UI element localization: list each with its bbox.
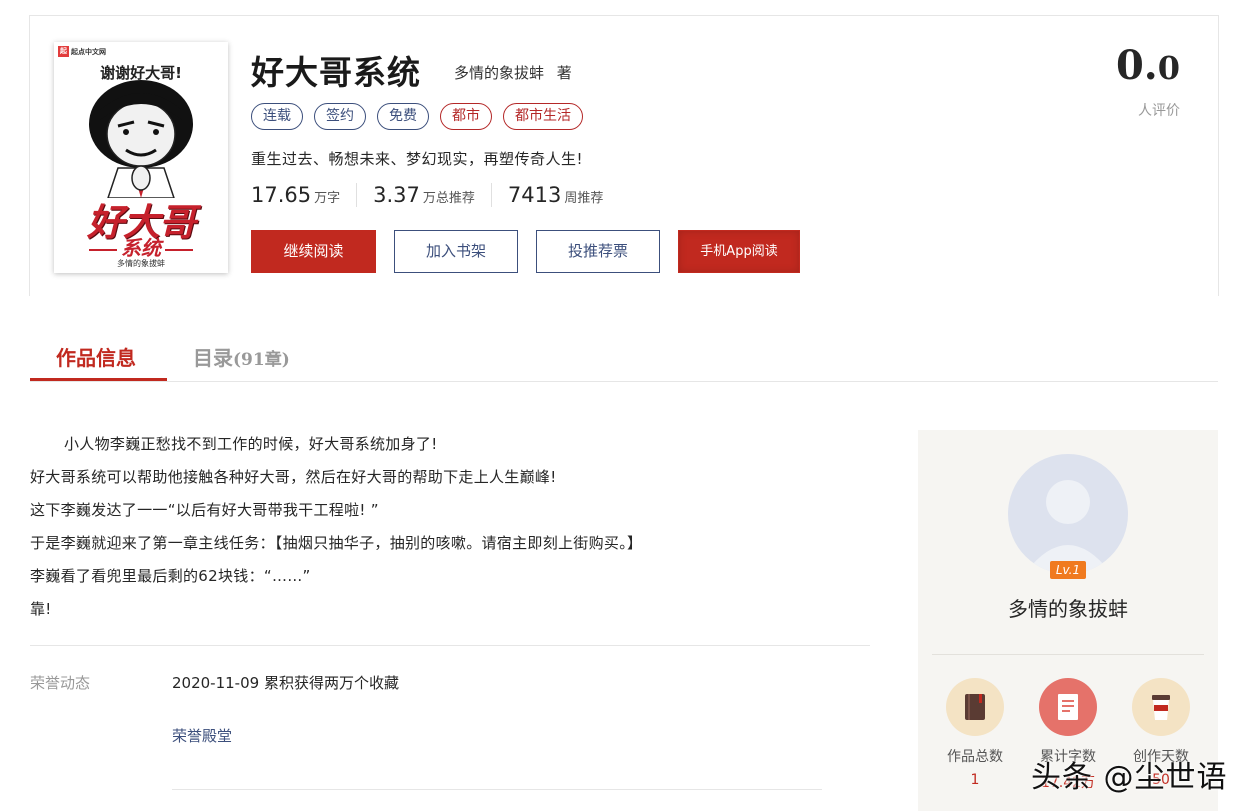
divider: [172, 789, 822, 790]
author-suffix: 著: [556, 64, 572, 82]
rating-count-label: 人评价: [1138, 103, 1180, 119]
continue-reading-button[interactable]: 继续阅读: [251, 230, 376, 273]
book-title: 好大哥系统: [251, 53, 421, 92]
cover-subtitle: 系统: [54, 232, 228, 261]
book-cover[interactable]: 起 起点中文网 谢谢好大哥! 好大哥 系统 多情的象拔蚌: [54, 42, 228, 273]
rating-score: 0.0: [1115, 42, 1180, 89]
cover-illustration: [89, 80, 193, 198]
add-to-shelf-button[interactable]: 加入书架: [394, 230, 518, 273]
stat-total-recommend: 3.37 万总推荐: [373, 183, 492, 207]
cover-author: 多情的象拔蚌: [117, 259, 165, 268]
book-header: 起 起点中文网 谢谢好大哥! 好大哥 系统 多情的象拔蚌 好大哥系统 多情的象拔…: [29, 15, 1219, 296]
description-line: 李巍看了看兜里最后剩的62块钱：“……”: [30, 567, 311, 585]
description-line: 这下李巍发达了一一“以后有好大哥带我干工程啦! ”: [30, 501, 379, 519]
content-tabs: 作品信息 目录(91章): [30, 330, 1218, 382]
description-line: 好大哥系统可以帮助他接触各种好大哥，然后在好大哥的帮助下走上人生巅峰!: [30, 468, 557, 486]
tab-table-of-contents[interactable]: 目录(91章): [193, 342, 290, 371]
honor-item: 2020-11-09 累积获得两万个收藏: [172, 674, 399, 692]
coffee-cup-icon: [1132, 678, 1190, 736]
divider: [932, 654, 1204, 655]
tab-book-info[interactable]: 作品信息: [56, 342, 136, 371]
stat-weekly-recommend: 7413 周推荐: [507, 183, 604, 207]
tag-free: 免费: [377, 103, 429, 130]
watermark: 头条 @尘世语: [1031, 760, 1228, 795]
app-read-button[interactable]: 手机App阅读: [678, 230, 800, 273]
book-intro: 重生过去、畅想未来、梦幻现实，再塑传奇人生!: [251, 150, 584, 168]
stat-word-count: 17.65 万字: [251, 183, 358, 207]
book-description: 小人物李巍正愁找不到工作的时候，好大哥系统加身了! 好大哥系统可以帮助他接触各种…: [30, 428, 870, 626]
book-icon: [946, 678, 1004, 736]
chapter-count: (91章): [233, 350, 290, 370]
description-line: 小人物李巍正愁找不到工作的时候，好大哥系统加身了!: [64, 435, 438, 453]
author-level-badge: Lv.1: [1050, 561, 1086, 579]
tag-category-urban[interactable]: 都市: [440, 103, 492, 130]
honor-hall-link[interactable]: 荣誉殿堂: [172, 725, 232, 746]
tag-subcategory-urban-life[interactable]: 都市生活: [503, 103, 583, 130]
default-avatar-icon: [1026, 480, 1110, 572]
description-line: 靠!: [30, 600, 52, 618]
action-buttons: 继续阅读 加入书架 投推荐票 手机App阅读: [251, 230, 800, 273]
divider: [30, 645, 870, 646]
author-avatar[interactable]: [1008, 454, 1128, 574]
tag-serializing: 连载: [251, 103, 303, 130]
document-icon: [1039, 678, 1097, 736]
author-line: 多情的象拔蚌 著: [454, 62, 572, 83]
active-tab-indicator: [30, 378, 167, 381]
vote-recommend-button[interactable]: 投推荐票: [536, 230, 660, 273]
book-stats: 17.65 万字 3.37 万总推荐 7413 周推荐: [251, 183, 635, 207]
tag-list: 连载 签约 免费 都市 都市生活: [251, 103, 583, 130]
author-name[interactable]: 多情的象拔蚌: [918, 593, 1218, 622]
author-stat-works: 作品总数 1: [932, 678, 1018, 792]
tag-signed: 签约: [314, 103, 366, 130]
description-line: 于是李巍就迎来了第一章主线任务：【抽烟只抽华子，抽别的咳嗽。请宿主即刻上街购买。…: [30, 534, 643, 552]
author-link[interactable]: 多情的象拔蚌: [454, 64, 544, 82]
honor-section-label: 荣誉动态: [30, 674, 91, 692]
cover-logo: 起 起点中文网: [58, 46, 106, 57]
